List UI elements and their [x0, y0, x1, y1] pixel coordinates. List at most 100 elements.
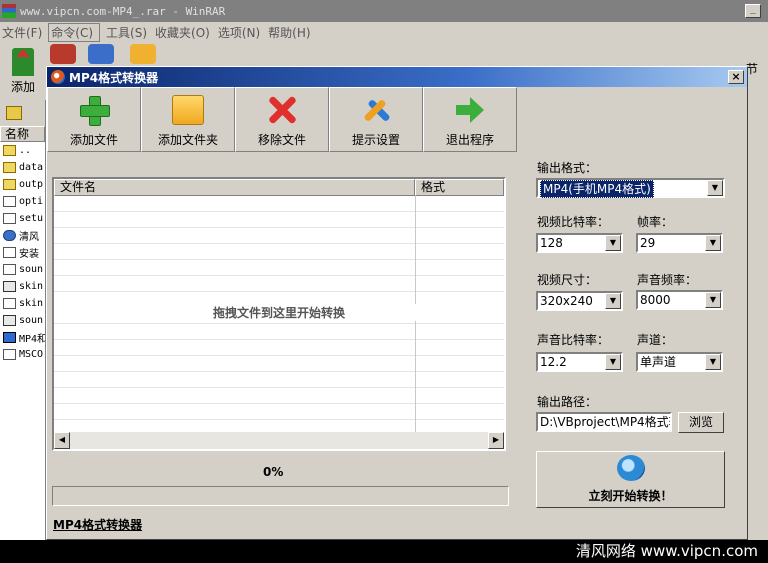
winrar-add-label: 添加 [10, 80, 35, 94]
scroll-left-icon[interactable]: ◀ [54, 432, 70, 449]
app-icon [3, 332, 16, 343]
web-icon [3, 230, 16, 241]
output-format-value: MP4(手机MP4格式) [540, 180, 654, 198]
column-filename[interactable]: 文件名 [54, 179, 415, 196]
name-column-header[interactable]: 名称 [0, 126, 45, 142]
framerate-select[interactable]: 29 ▼ [636, 233, 723, 253]
menu-command[interactable]: 命令(C) [48, 22, 101, 42]
progress-percent: 0% [263, 465, 284, 479]
view-icon[interactable] [130, 44, 156, 64]
extract-icon[interactable] [50, 44, 76, 64]
mp4-converter-dialog: MP4格式转换器 × 添加文件 添加文件夹 移除文件 提示设置 退出程序 文件名… [46, 66, 748, 540]
audio-freq-value: 8000 [640, 293, 671, 307]
menu-file[interactable]: 文件(F) [0, 24, 48, 41]
column-format[interactable]: 格式 [415, 179, 504, 196]
file-list-body[interactable]: 拖拽文件到这里开始转换 [54, 196, 504, 432]
video-size-select[interactable]: 320x240 ▼ [536, 291, 623, 311]
add-folder-label: 添加文件夹 [157, 133, 218, 147]
chevron-down-icon[interactable]: ▼ [605, 354, 621, 370]
doc-icon [3, 213, 16, 224]
footer-app-link[interactable]: MP4格式转换器 [53, 516, 142, 533]
close-button[interactable]: × [728, 70, 744, 84]
file-name: outp [19, 179, 44, 190]
framerate-value: 29 [640, 236, 656, 250]
audio-freq-label: 声音频率： [637, 273, 698, 287]
chevron-down-icon[interactable]: ▼ [705, 235, 721, 251]
folder-icon [3, 162, 16, 173]
minimize-icon[interactable]: _ [745, 4, 761, 18]
scroll-track[interactable] [70, 432, 488, 449]
file-row[interactable]: MSCO [0, 346, 45, 363]
test-icon[interactable] [88, 44, 114, 64]
file-name: opti [19, 196, 44, 207]
file-row[interactable]: 清风 [0, 227, 45, 244]
file-row[interactable]: soun [0, 261, 45, 278]
file-list[interactable]: 文件名 格式 拖拽文件到这里开始转换 ◀ ▶ [52, 177, 506, 451]
file-row[interactable]: outp [0, 176, 45, 193]
file-row[interactable]: data [0, 159, 45, 176]
app-logo-icon [51, 70, 65, 84]
file-row[interactable]: opti [0, 193, 45, 210]
output-path-input[interactable]: D:\VBproject\MP4格式转 [536, 412, 672, 432]
file-row[interactable]: 安装 [0, 244, 45, 261]
menu-help[interactable]: 帮助(H) [266, 24, 316, 41]
winrar-add-button[interactable]: 添加 [4, 46, 42, 100]
up-folder-button[interactable] [0, 100, 45, 126]
menu-tools[interactable]: 工具(S) [104, 24, 153, 41]
file-row[interactable]: .. [0, 142, 45, 159]
file-row[interactable]: soun [0, 312, 45, 329]
img-icon [3, 281, 16, 292]
folder-icon [3, 179, 16, 190]
scroll-right-icon[interactable]: ▶ [488, 432, 504, 449]
audio-freq-select[interactable]: 8000 ▼ [636, 290, 723, 310]
folder-icon [172, 95, 204, 125]
settings-tips-button[interactable]: 提示设置 [329, 87, 423, 152]
watermark: 清风网络 www.vipcn.com [0, 540, 768, 563]
add-folder-button[interactable]: 添加文件夹 [141, 87, 235, 152]
menu-favorites[interactable]: 收藏夹(O) [153, 24, 216, 41]
tools-icon [360, 95, 392, 125]
file-row[interactable]: skin [0, 295, 45, 312]
file-row[interactable]: setu [0, 210, 45, 227]
add-archive-icon [12, 48, 34, 76]
audio-bitrate-value: 12.2 [540, 355, 567, 369]
video-bitrate-select[interactable]: 128 ▼ [536, 233, 623, 253]
start-convert-button[interactable]: 立刻开始转换！ [536, 451, 725, 508]
progress-bar [52, 486, 509, 506]
add-file-label: 添加文件 [69, 133, 118, 147]
chevron-down-icon[interactable]: ▼ [605, 235, 621, 251]
doc-icon [3, 264, 16, 275]
exit-button[interactable]: 退出程序 [423, 87, 517, 152]
chevron-down-icon[interactable]: ▼ [705, 292, 721, 308]
winrar-title: www.vipcn.com-MP4_.rar - WinRAR [20, 4, 226, 18]
menu-options[interactable]: 选项(N) [216, 24, 266, 41]
file-name: soun [19, 264, 44, 275]
file-row[interactable]: MP4和 [0, 329, 45, 346]
add-file-button[interactable]: 添加文件 [47, 87, 141, 152]
dialog-title: MP4格式转换器 [69, 70, 159, 85]
file-row[interactable]: skin [0, 278, 45, 295]
chevron-down-icon[interactable]: ▼ [707, 180, 723, 196]
output-format-select[interactable]: MP4(手机MP4格式) ▼ [536, 178, 725, 198]
chevron-down-icon[interactable]: ▼ [705, 354, 721, 370]
winrar-titlebar: www.vipcn.com-MP4_.rar - WinRAR _ [0, 0, 768, 22]
dialog-titlebar: MP4格式转换器 [47, 67, 747, 87]
remove-file-label: 移除文件 [257, 133, 306, 147]
drop-hint: 拖拽文件到这里开始转换 [54, 304, 504, 321]
file-name: skin [19, 281, 44, 292]
browse-button[interactable]: 浏览 [678, 412, 724, 433]
remove-file-button[interactable]: 移除文件 [235, 87, 329, 152]
file-name: data [19, 162, 44, 173]
video-size-value: 320x240 [540, 294, 593, 308]
doc-icon [3, 349, 16, 360]
audio-bitrate-select[interactable]: 12.2 ▼ [536, 352, 623, 372]
winrar-column-fragment: 节 [746, 62, 759, 76]
channel-select[interactable]: 单声道 ▼ [636, 352, 723, 372]
arrow-right-icon [454, 95, 486, 125]
chevron-down-icon[interactable]: ▼ [605, 293, 621, 309]
img-icon [3, 315, 16, 326]
horizontal-scrollbar[interactable]: ◀ ▶ [54, 432, 504, 449]
file-name: MP4和 [19, 334, 45, 345]
settings-tips-label: 提示设置 [351, 133, 400, 147]
doc-icon [3, 298, 16, 309]
